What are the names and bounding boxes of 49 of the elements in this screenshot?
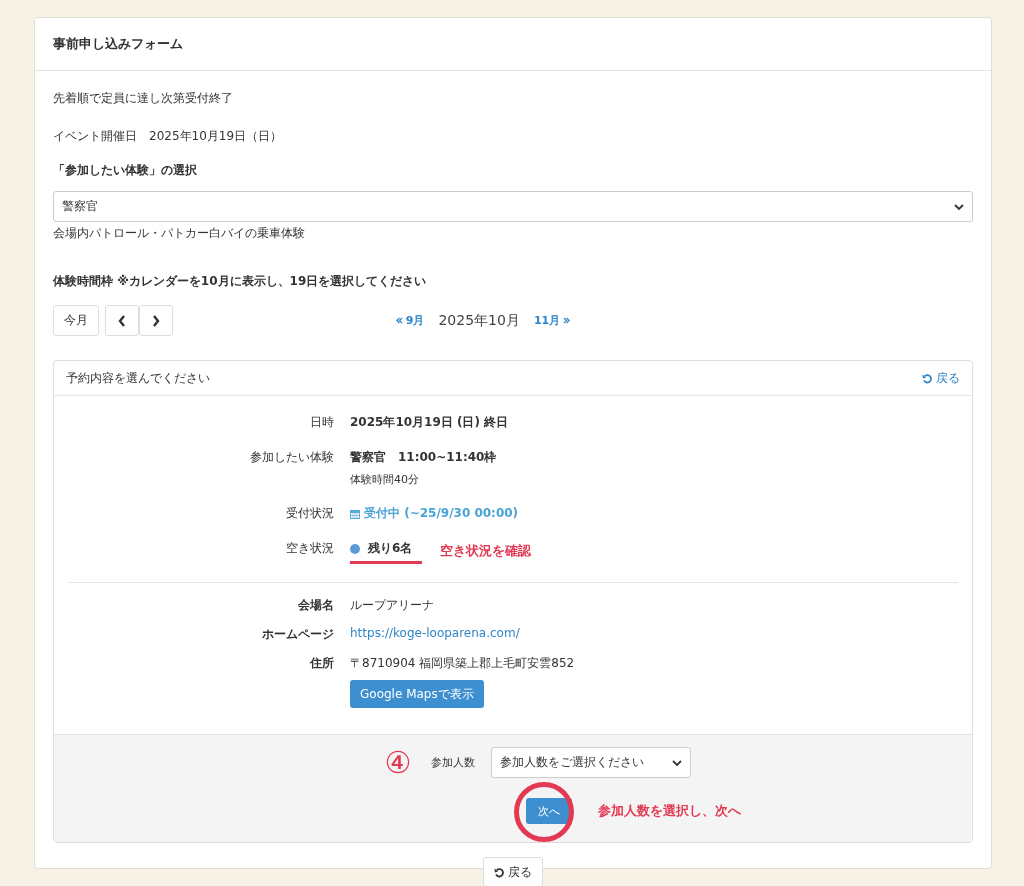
detail-label: 住所 <box>308 655 335 672</box>
prev-month-link[interactable]: 9月 <box>395 313 425 328</box>
double-chevron-right-icon <box>563 317 571 324</box>
undo-arrow-icon <box>922 372 933 384</box>
experience-label: 「参加したい体験」の選択 <box>53 162 198 179</box>
detail-value: 警察官 11:00~11:40枠 <box>350 449 497 466</box>
current-month: 2025年10月 <box>438 311 520 330</box>
availability-value: 残り6名 <box>368 540 413 557</box>
detail-value: 2025年10月19日 (日) 終日 <box>350 414 509 431</box>
back-link[interactable]: 戻る <box>922 369 960 387</box>
detail-label: 受付状況 <box>285 505 335 522</box>
next-button[interactable] <box>139 305 173 336</box>
experience-description: 会場内パトロール・パトカー白バイの乗車体験 <box>53 225 306 242</box>
annotation-text: 空き状況を確認 <box>440 542 532 560</box>
detail-value: ループアリーナ <box>350 597 434 614</box>
detail-label: ホームページ <box>261 626 335 643</box>
event-date-text: イベント開催日 2025年10月19日（日） <box>53 128 284 145</box>
participants-select[interactable]: 参加人数をご選択ください <box>491 747 692 778</box>
undo-arrow-icon <box>494 866 505 878</box>
detail-label: 参加したい体験 <box>249 449 335 466</box>
notice-text: 先着順で定員に達し次第受付終了 <box>53 90 234 107</box>
prev-button[interactable] <box>105 305 139 336</box>
status-dot-icon <box>350 543 360 554</box>
detail-label: 日時 <box>309 414 335 431</box>
annotation-circle <box>513 782 574 842</box>
chevron-right-icon <box>152 314 160 327</box>
chevron-down-icon <box>672 759 683 766</box>
participants-label: 参加人数 <box>431 755 476 770</box>
form-title: 事前申し込みフォーム <box>53 35 183 53</box>
chevron-down-icon <box>954 203 964 210</box>
chevron-left-icon <box>118 314 126 327</box>
detail-note: 体験時間40分 <box>350 472 420 487</box>
double-chevron-left-icon <box>395 317 403 324</box>
back-button[interactable]: 戻る <box>483 857 543 886</box>
detail-label: 会場名 <box>297 597 335 614</box>
address-text: 〒8710904 福岡県築上郡上毛町安雲852 <box>350 655 575 672</box>
homepage-link[interactable]: https://koge-looparena.com/ <box>350 626 520 640</box>
annotation-underline <box>350 561 422 564</box>
step-number-marker: ④ <box>384 747 412 778</box>
timeslot-label: 体験時間枠 ※カレンダーを10月に表示し、19日を選択してください <box>53 273 428 290</box>
panel-title: 予約内容を選んでください <box>66 369 210 387</box>
annotation-text: 参加人数を選択し、次へ <box>597 802 741 820</box>
calendar-icon <box>350 508 360 519</box>
detail-label: 空き状況 <box>285 540 335 557</box>
reception-status: 受付中 (~25/9/30 00:00) <box>350 505 519 522</box>
google-maps-button[interactable]: Google Mapsで表示 <box>350 680 484 708</box>
experience-select[interactable]: 警察官 <box>53 191 973 222</box>
today-button[interactable]: 今月 <box>53 305 99 336</box>
next-month-link[interactable]: 11月 <box>533 313 571 328</box>
